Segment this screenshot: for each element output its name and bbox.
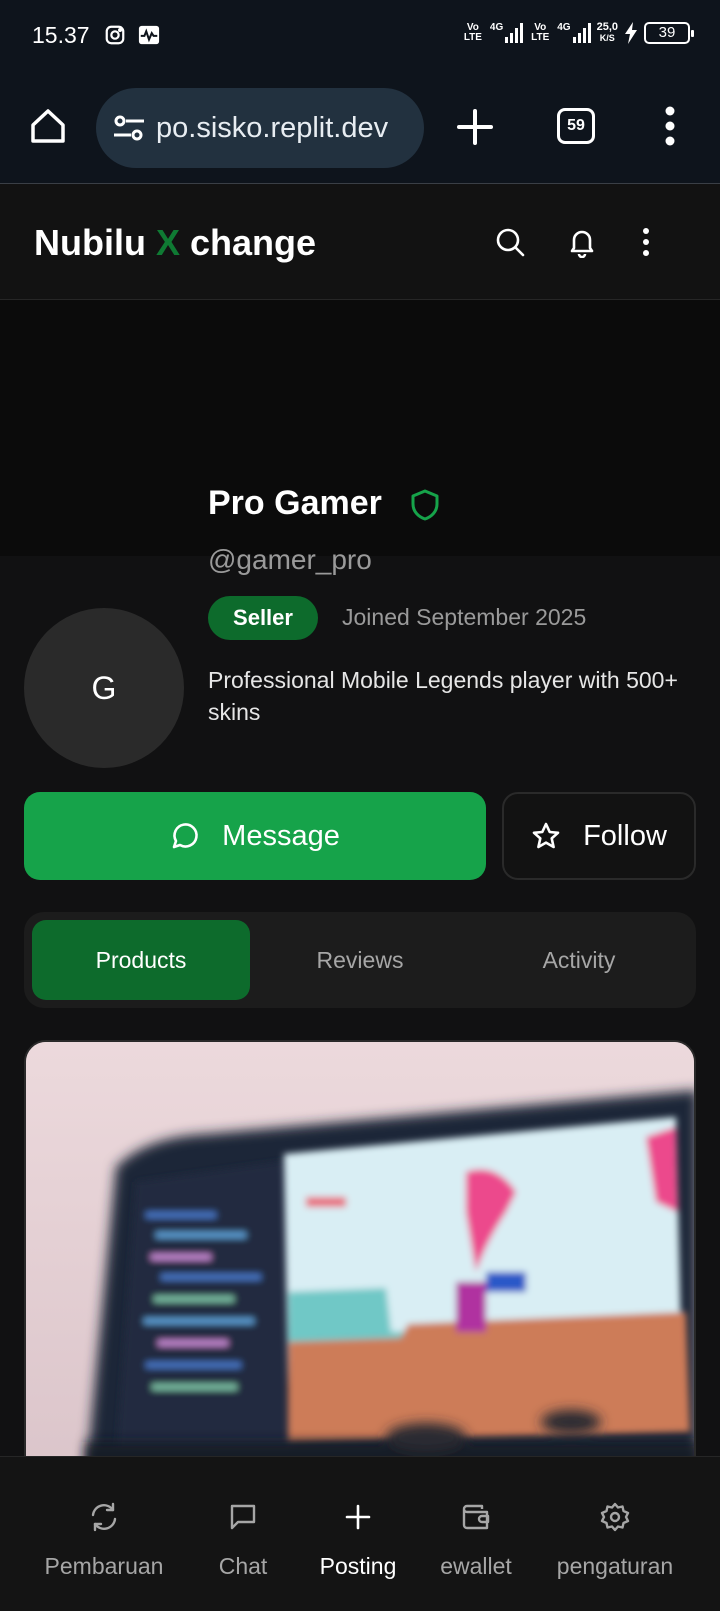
status-notification-icons bbox=[104, 24, 160, 46]
instagram-icon bbox=[105, 25, 125, 45]
star-icon bbox=[532, 822, 560, 849]
search-icon[interactable] bbox=[494, 226, 526, 258]
profile-handle: @gamer_pro bbox=[208, 544, 372, 575]
activity-icon bbox=[138, 25, 160, 45]
tab-reviews[interactable]: Reviews bbox=[251, 920, 469, 1000]
volte-icon-1: Vo LTE bbox=[463, 22, 482, 43]
brand-logo[interactable]: Nubilu X change bbox=[34, 222, 316, 264]
bell-icon[interactable] bbox=[566, 226, 598, 258]
tab-products[interactable]: Products bbox=[32, 920, 250, 1000]
volte-icon-2: Vo LTE bbox=[531, 22, 550, 43]
joined-date: Joined September 2025 bbox=[342, 604, 587, 630]
nav-label-pengaturan: pengaturan bbox=[556, 1553, 674, 1579]
signal-icon-2: 4G bbox=[557, 23, 591, 43]
seller-badge: Seller bbox=[208, 596, 318, 640]
plus-icon bbox=[345, 1504, 371, 1530]
battery-icon: 39 bbox=[644, 22, 694, 44]
charging-icon bbox=[625, 22, 637, 44]
bottom-navigation: Pembaruan Chat Posting ewallet pengatura… bbox=[0, 1456, 720, 1611]
refresh-icon bbox=[91, 1502, 117, 1532]
nav-item-pembaruan[interactable]: Pembaruan bbox=[38, 1457, 170, 1611]
status-time: 15.37 bbox=[32, 22, 90, 48]
status-bar: 15.37 Vo LTE 4G Vo LTE 4G 25,0 K/S 39 bbox=[0, 0, 720, 76]
gear-icon bbox=[600, 1502, 630, 1532]
app-header: Nubilu X change bbox=[0, 184, 720, 300]
nav-item-ewallet[interactable]: ewallet bbox=[424, 1457, 528, 1611]
nav-item-chat[interactable]: Chat bbox=[198, 1457, 288, 1611]
network-speed: 25,0 K/S bbox=[596, 21, 618, 44]
nav-label-ewallet: ewallet bbox=[440, 1553, 512, 1579]
avatar[interactable]: G bbox=[24, 608, 184, 768]
more-options-icon[interactable] bbox=[640, 226, 652, 258]
message-button[interactable]: Message bbox=[24, 792, 486, 880]
wallet-icon bbox=[462, 1504, 490, 1530]
verified-shield-icon bbox=[411, 489, 439, 521]
profile-name: Pro Gamer bbox=[208, 484, 382, 522]
profile-bio: Professional Mobile Legends player with … bbox=[208, 667, 678, 725]
nav-item-posting[interactable]: Posting bbox=[306, 1457, 410, 1611]
message-label: Message bbox=[222, 819, 340, 852]
address-bar[interactable]: po.sisko.replit.dev bbox=[96, 88, 424, 168]
tab-activity[interactable]: Activity bbox=[470, 920, 688, 1000]
status-right-icons: Vo LTE 4G Vo LTE 4G 25,0 K/S 39 bbox=[462, 21, 694, 44]
message-icon bbox=[172, 823, 198, 849]
nav-label-pembaruan: Pembaruan bbox=[44, 1553, 164, 1579]
browser-menu-icon[interactable] bbox=[664, 106, 676, 146]
follow-button[interactable]: Follow bbox=[502, 792, 696, 880]
nav-label-chat: Chat bbox=[218, 1553, 268, 1579]
signal-icon-1: 4G bbox=[490, 23, 524, 43]
url-text[interactable]: po.sisko.replit.dev bbox=[156, 112, 416, 145]
tab-switcher-button[interactable]: 59 bbox=[557, 108, 595, 144]
profile-tabs: Products Reviews Activity bbox=[24, 912, 696, 1008]
follow-label: Follow bbox=[583, 819, 667, 852]
nav-item-pengaturan[interactable]: pengaturan bbox=[546, 1457, 684, 1611]
home-icon[interactable] bbox=[28, 106, 68, 146]
browser-toolbar: po.sisko.replit.dev 59 bbox=[0, 76, 720, 184]
new-tab-icon[interactable] bbox=[454, 106, 496, 148]
site-settings-icon[interactable] bbox=[112, 112, 146, 144]
nav-label-posting: Posting bbox=[319, 1553, 397, 1579]
chat-icon bbox=[230, 1504, 256, 1530]
